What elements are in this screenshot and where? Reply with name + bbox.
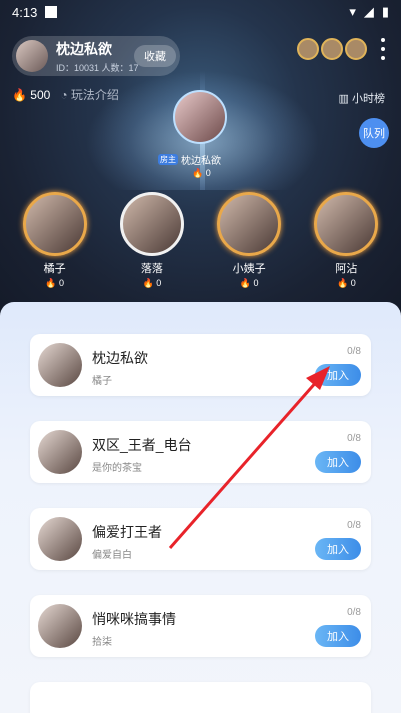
room-card-title: 枕边私欲 <box>92 350 148 366</box>
heat-value: 🔥 500 <box>12 88 50 102</box>
room-card[interactable]: 枕边私欲 橘子 0/8 加入 <box>30 334 371 396</box>
mic-seat[interactable]: 落落 🔥 0 <box>113 192 191 289</box>
host-tag: 房主 <box>158 154 178 165</box>
room-card-avatar <box>38 604 82 648</box>
room-card-owner: 偏爱自白 <box>92 550 132 561</box>
seat-name: 橘子 <box>43 263 66 275</box>
play-intro-label: 玩法介绍 <box>70 88 119 102</box>
room-card-count: 0/8 <box>347 520 361 531</box>
room-card-avatar <box>38 517 82 561</box>
room-card-avatar <box>38 343 82 387</box>
room-info: 枕边私欲 ID：10031 人数：17 <box>56 39 139 74</box>
hour-rank-button[interactable]: ▥ 小时榜 <box>339 90 385 106</box>
room-card-title: 偏爱打王者 <box>92 524 162 540</box>
room-name: 枕边私欲 <box>56 40 112 57</box>
room-card-owner: 是你的茶宝 <box>92 463 142 474</box>
join-button[interactable]: 加入 <box>315 625 361 647</box>
status-icons: ▾ ◢ ▮ <box>349 4 389 20</box>
seat-heat: 🔥 0 <box>239 278 259 288</box>
audience-avatar[interactable] <box>345 38 367 60</box>
seat-avatar <box>217 192 282 256</box>
battery-icon: ▮ <box>381 4 389 19</box>
seat-name: 小姨子 <box>232 263 266 275</box>
room-card-count: 0/8 <box>347 607 361 618</box>
hour-rank-label: 小时榜 <box>352 93 385 105</box>
queue-button[interactable]: 队列 <box>359 118 389 148</box>
collect-button[interactable]: 收藏 <box>134 45 176 67</box>
room-avatar <box>16 40 48 72</box>
mic-seats: 橘子 🔥 0 落落 🔥 0 小姨子 🔥 0 阿沾 🔥 0 <box>0 192 401 289</box>
room-card-title: 悄咪咪搞事情 <box>92 611 176 627</box>
audience-avatar[interactable] <box>297 38 319 60</box>
bar-chart-icon: ▥ <box>338 93 349 105</box>
room-card-count: 0/8 <box>347 346 361 357</box>
room-card[interactable] <box>30 682 371 713</box>
seat-avatar <box>314 192 379 256</box>
join-button[interactable]: 加入 <box>315 538 361 560</box>
notification-icon <box>45 6 58 18</box>
room-card[interactable]: 双区_王者_电台 是你的茶宝 0/8 加入 <box>30 421 371 483</box>
seat-avatar <box>119 192 184 256</box>
room-card-avatar <box>38 430 82 474</box>
host-avatar[interactable] <box>173 90 227 144</box>
audience-avatar[interactable] <box>321 38 343 60</box>
host-name: 枕边私欲 <box>181 156 221 167</box>
more-menu-icon[interactable] <box>379 38 387 60</box>
status-bar: 4:13 ▾ ◢ ▮ <box>0 0 401 24</box>
mic-seat[interactable]: 小姨子 🔥 0 <box>210 192 288 289</box>
seat-name: 阿沾 <box>335 263 358 275</box>
host-label: 房主 枕边私欲 <box>158 152 221 167</box>
fire-icon: 🔥 <box>12 87 27 102</box>
wifi-icon: ▾ <box>349 4 356 19</box>
top-right-bar <box>297 38 387 60</box>
mic-seat[interactable]: 阿沾 🔥 0 <box>307 192 385 289</box>
room-card-title: 双区_王者_电台 <box>92 437 192 453</box>
mic-seat[interactable]: 橘子 🔥 0 <box>16 192 94 289</box>
room-card-owner: 拾柒 <box>92 637 112 648</box>
heat-number: 500 <box>30 87 51 102</box>
seat-avatar <box>22 192 87 256</box>
play-intro-link[interactable]: ◔ 玩法介绍 <box>60 86 119 103</box>
seat-heat: 🔥 0 <box>337 278 356 288</box>
room-list-sheet: 枕边私欲 橘子 0/8 加入 双区_王者_电台 是你的茶宝 0/8 加入 偏爱打… <box>0 302 401 713</box>
host-heat-count: 0 <box>205 168 211 178</box>
seat-heat: 🔥 0 <box>142 278 162 288</box>
host-heat: 🔥 0 <box>192 168 211 178</box>
room-card[interactable]: 悄咪咪搞事情 拾柒 0/8 加入 <box>30 595 371 657</box>
seat-name: 落落 <box>140 263 163 275</box>
signal-icon: ◢ <box>363 4 374 19</box>
status-time: 4:13 <box>12 4 38 20</box>
room-id-count: ID：10031 人数：17 <box>56 62 139 73</box>
seat-heat: 🔥 0 <box>45 278 64 288</box>
join-button[interactable]: 加入 <box>315 451 361 473</box>
heat-row: 🔥 500 ◔ 玩法介绍 <box>12 86 119 103</box>
room-card-count: 0/8 <box>347 433 361 444</box>
room-card[interactable]: 偏爱打王者 偏爱自白 0/8 加入 <box>30 508 371 570</box>
join-button[interactable]: 加入 <box>315 364 361 386</box>
room-card-owner: 橘子 <box>92 376 112 387</box>
